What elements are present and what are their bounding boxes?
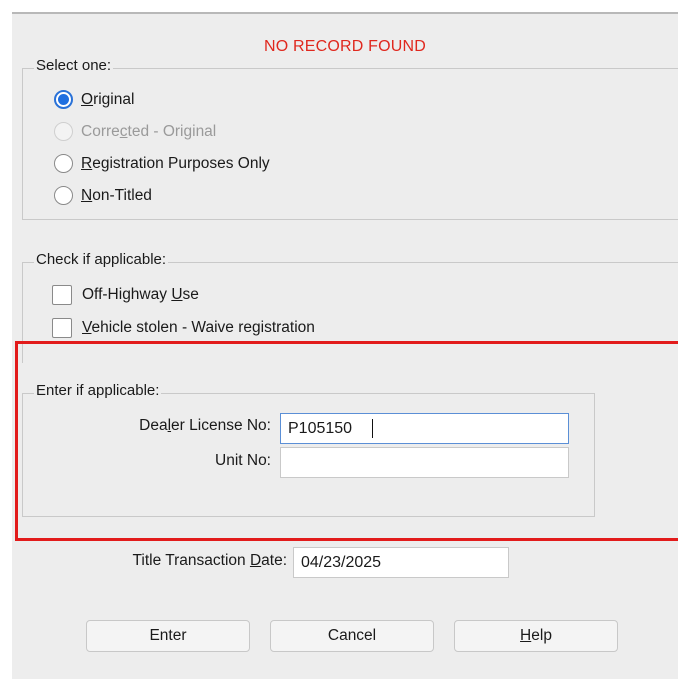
- cancel-button[interactable]: Cancel: [270, 620, 434, 652]
- checkbox-icon: [52, 285, 72, 305]
- help-button[interactable]: Help: [454, 620, 618, 652]
- checkbox-vehicle-stolen-label: Vehicle stolen - Waive registration: [82, 319, 315, 336]
- radio-disabled-icon: [54, 122, 73, 141]
- radio-non-titled[interactable]: Non-Titled: [54, 186, 152, 205]
- radio-corrected-original-label: Corrected - Original: [81, 122, 217, 140]
- radio-registration-purposes-only[interactable]: Registration Purposes Only: [54, 154, 270, 173]
- radio-original[interactable]: Original: [54, 90, 134, 109]
- check-applicable-legend: Check if applicable:: [34, 251, 169, 268]
- highlight-annotation-box: [15, 341, 678, 541]
- checkbox-off-highway-label: Off-Highway Use: [82, 286, 199, 303]
- dialog-title: NO RECORD FOUND: [263, 38, 427, 55]
- help-button-label: Help: [520, 627, 552, 644]
- radio-non-titled-label: Non-Titled: [81, 186, 152, 204]
- select-one-legend: Select one:: [34, 57, 114, 74]
- radio-unselected-icon: [54, 154, 73, 173]
- title-transaction-date-value: 04/23/2025: [301, 553, 382, 571]
- title-transaction-date-label: Title Transaction Date:: [132, 552, 287, 569]
- radio-corrected-original: Corrected - Original: [54, 122, 216, 141]
- radio-unselected-icon: [54, 186, 73, 205]
- checkbox-icon: [52, 318, 72, 338]
- enter-button[interactable]: Enter: [86, 620, 250, 652]
- title-transaction-date-input[interactable]: 04/23/2025: [293, 547, 509, 578]
- checkbox-vehicle-stolen[interactable]: Vehicle stolen - Waive registration: [52, 318, 315, 338]
- radio-selected-icon: [54, 90, 73, 109]
- radio-registration-label: Registration Purposes Only: [81, 154, 270, 172]
- checkbox-off-highway-use[interactable]: Off-Highway Use: [52, 285, 199, 305]
- radio-original-label: Original: [81, 90, 135, 108]
